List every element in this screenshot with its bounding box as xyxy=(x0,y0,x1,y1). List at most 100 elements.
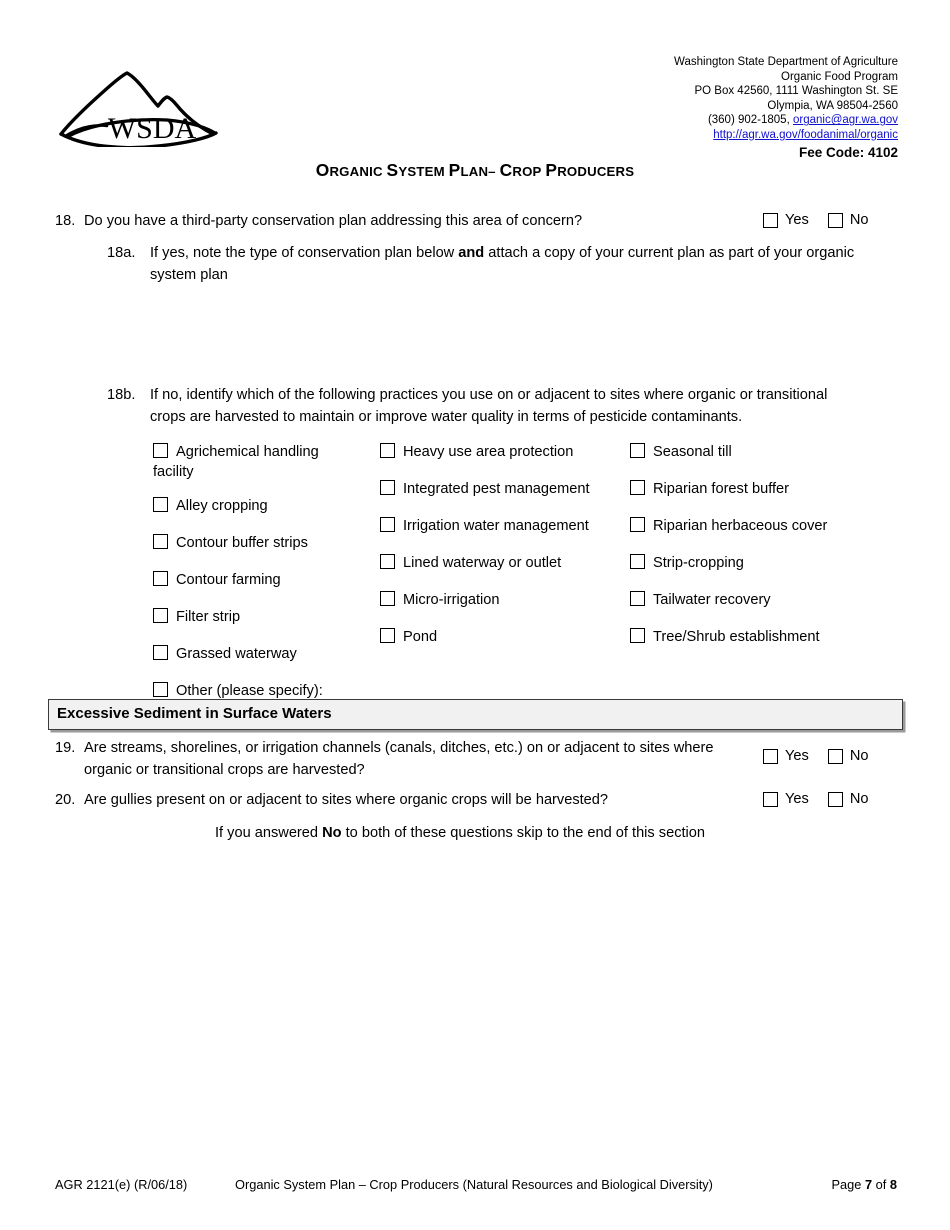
practice-checkbox[interactable] xyxy=(630,628,645,643)
practice-checkbox[interactable] xyxy=(380,628,395,643)
practice-checkbox-row[interactable]: Filter strip xyxy=(153,607,353,627)
practice-checkbox-row[interactable]: Seasonal till xyxy=(630,442,880,462)
practice-checkbox-row[interactable]: Agrichemical handling facility xyxy=(153,442,353,482)
practice-checkbox-row[interactable]: Grassed waterway xyxy=(153,644,353,664)
question-18a-text-before: If yes, note the type of conservation pl… xyxy=(150,245,459,261)
footer-page-number: Page 7 of 8 xyxy=(832,1177,898,1192)
question-18-no-checkbox[interactable] xyxy=(827,212,843,228)
agency-website-link[interactable]: http://agr.wa.gov/foodanimal/organic xyxy=(713,129,898,141)
practice-checkbox-row[interactable]: Irrigation water management xyxy=(380,516,620,536)
practice-checkbox-row[interactable]: Contour farming xyxy=(153,570,353,590)
question-18-no-option[interactable]: No xyxy=(827,212,869,228)
practice-checkbox-label: Other (please specify): xyxy=(176,683,323,699)
agency-email-link[interactable]: organic@agr.wa.gov xyxy=(793,114,898,126)
question-18-text: Do you have a third-party conservation p… xyxy=(84,213,583,229)
title-word-body: YSTEM xyxy=(398,164,449,179)
document-page: WSDA Washington State Department of Agri… xyxy=(0,0,950,1230)
practice-checkbox-label: Tailwater recovery xyxy=(653,592,771,608)
footer-total-pages: 8 xyxy=(889,1177,897,1192)
logo-wordmark: WSDA xyxy=(108,112,197,145)
footer-current-page: 7 xyxy=(864,1177,873,1192)
question-18-yes-option[interactable]: Yes xyxy=(763,212,809,228)
question-20-no-checkbox[interactable] xyxy=(827,791,843,807)
practice-checkbox-row[interactable]: Alley cropping xyxy=(153,496,353,516)
section-header-bar: Excessive Sediment in Surface Waters xyxy=(48,699,903,730)
question-19-line-1: Are streams, shorelines, or irrigation c… xyxy=(84,740,714,756)
practice-checkbox[interactable] xyxy=(630,480,645,495)
title-word-body: ROP xyxy=(512,164,546,179)
practice-checkbox[interactable] xyxy=(630,443,645,458)
practice-checkbox-label: Pond xyxy=(403,629,438,645)
skip-note-before: If you answered xyxy=(215,825,323,841)
practice-checkbox[interactable] xyxy=(380,480,395,495)
question-18-no-label: No xyxy=(849,212,869,228)
practice-checkbox-row[interactable]: Riparian herbaceous cover xyxy=(630,516,880,536)
agency-city-state-zip: Olympia, WA 98504-2560 xyxy=(767,99,898,112)
practice-checkbox-label: Riparian herbaceous cover xyxy=(653,518,828,534)
question-20-no-label: No xyxy=(849,791,869,807)
practice-checkbox[interactable] xyxy=(153,571,168,586)
practice-checkbox[interactable] xyxy=(380,591,395,606)
practice-checkbox[interactable] xyxy=(630,517,645,532)
practice-checkbox[interactable] xyxy=(630,591,645,606)
section-title: Excessive Sediment in Surface Waters xyxy=(57,705,332,722)
question-19-no-option[interactable]: No xyxy=(827,748,868,764)
practice-checkbox[interactable] xyxy=(380,554,395,569)
title-word-body: RGANIC xyxy=(329,164,387,179)
practice-checkbox[interactable] xyxy=(153,534,168,549)
title-word-body: LAN– xyxy=(460,164,500,179)
question-19-no-checkbox[interactable] xyxy=(827,748,843,764)
practice-checkbox-row[interactable]: Integrated pest management xyxy=(380,479,620,499)
practice-checkbox-row[interactable]: Lined waterway or outlet xyxy=(380,553,620,573)
agency-program: Organic Food Program xyxy=(781,70,898,83)
question-19-yes-checkbox[interactable] xyxy=(763,748,778,764)
skip-note-bold: No xyxy=(322,825,342,841)
practice-checkbox-row[interactable]: Tailwater recovery xyxy=(630,590,880,610)
practice-checkbox-row[interactable]: Other (please specify): xyxy=(153,681,353,701)
practice-checkbox-label: Strip-cropping xyxy=(653,555,744,571)
footer-form-id: AGR 2121(e) (R/06/18) xyxy=(55,1177,188,1192)
practice-checkbox-row[interactable]: Tree/Shrub establishment xyxy=(630,627,880,647)
practice-checkbox[interactable] xyxy=(153,645,168,660)
practice-checkbox[interactable] xyxy=(380,517,395,532)
footer-page-label: Page xyxy=(831,1177,865,1192)
practice-checkbox-row[interactable]: Contour buffer strips xyxy=(153,533,353,553)
question-20-yes-option[interactable]: Yes xyxy=(763,791,809,807)
question-20-yes-checkbox[interactable] xyxy=(763,791,778,807)
title-word-body: RODUCERS xyxy=(557,164,635,179)
practices-column-2: Heavy use area protection Integrated pest… xyxy=(380,442,620,664)
practice-checkbox-row[interactable]: Riparian forest buffer xyxy=(630,479,880,499)
question-19-yes-label: Yes xyxy=(785,748,809,764)
agency-address-block: Washington State Department of Agricultu… xyxy=(674,55,898,161)
practice-checkbox-label: Micro-irrigation xyxy=(403,592,500,608)
question-18-yes-label: Yes xyxy=(785,212,809,228)
practice-checkbox[interactable] xyxy=(153,443,168,458)
practice-checkbox-label: Irrigation water management xyxy=(403,518,589,534)
question-19-yes-option[interactable]: Yes xyxy=(763,748,809,764)
question-18b-number: 18b. xyxy=(107,387,136,403)
question-18-yesno-group: Yes No xyxy=(763,212,868,228)
title-word-initial: P xyxy=(545,160,558,180)
title-word-initial: P xyxy=(448,160,461,180)
practice-checkbox-row[interactable]: Strip-cropping xyxy=(630,553,880,573)
agency-url-line: http://agr.wa.gov/foodanimal/organic xyxy=(674,128,898,143)
practice-checkbox[interactable] xyxy=(380,443,395,458)
question-20-yes-label: Yes xyxy=(785,791,809,807)
question-19-yesno-group: Yes No xyxy=(763,748,868,764)
practice-checkbox[interactable] xyxy=(153,608,168,623)
practice-checkbox[interactable] xyxy=(153,497,168,512)
agency-street: PO Box 42560, 1111 Washington St. SE xyxy=(694,85,898,98)
footer-page-of: of xyxy=(872,1177,890,1192)
question-18a-text: If yes, note the type of conservation pl… xyxy=(150,243,895,286)
practice-checkbox[interactable] xyxy=(630,554,645,569)
question-20-no-option[interactable]: No xyxy=(827,791,869,807)
practice-checkbox-row[interactable]: Micro-irrigation xyxy=(380,590,620,610)
agency-name: Washington State Department of Agricultu… xyxy=(674,56,898,68)
practice-checkbox-row[interactable]: Heavy use area protection xyxy=(380,442,620,462)
practice-checkbox-label: Riparian forest buffer xyxy=(653,481,790,497)
title-word-initial: O xyxy=(315,160,330,180)
practice-checkbox[interactable] xyxy=(153,682,168,697)
question-18-yes-checkbox[interactable] xyxy=(763,212,778,228)
question-18b-text: If no, identify which of the following p… xyxy=(150,387,828,425)
practice-checkbox-row[interactable]: Pond xyxy=(380,627,620,647)
